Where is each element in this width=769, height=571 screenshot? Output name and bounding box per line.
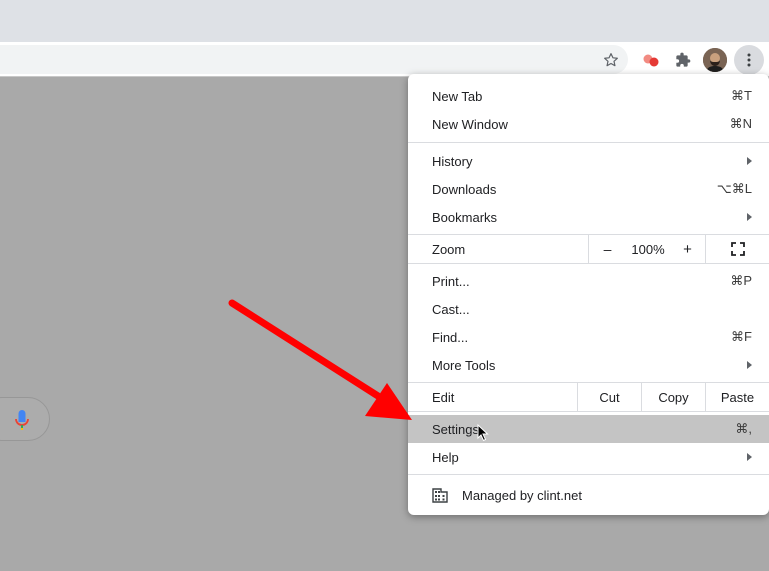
kebab-menu-icon[interactable] — [734, 45, 764, 75]
menu-item-cast[interactable]: Cast... — [408, 295, 769, 323]
menu-item-print[interactable]: Print... ⌘P — [408, 267, 769, 295]
menu-item-shortcut: ⌘F — [731, 329, 752, 344]
menu-row-edit: Edit Cut Copy Paste — [408, 383, 769, 411]
menu-item-label: New Tab — [432, 88, 483, 104]
paste-button[interactable]: Paste — [705, 383, 769, 411]
menu-item-find[interactable]: Find... ⌘F — [408, 323, 769, 351]
menu-item-label: Cast... — [432, 301, 470, 317]
menu-item-shortcut: ⌥⌘L — [716, 181, 752, 196]
menu-item-new-window[interactable]: New Window ⌘N — [408, 110, 769, 138]
zoom-in-button[interactable]: + — [670, 235, 705, 263]
tab-strip — [0, 0, 769, 42]
puzzle-icon[interactable] — [670, 47, 696, 73]
menu-item-history[interactable]: History — [408, 147, 769, 175]
menu-item-label: History — [432, 153, 473, 169]
menu-item-managed-by[interactable]: Managed by clint.net — [408, 480, 769, 510]
menu-item-shortcut: ⌘, — [735, 421, 752, 436]
menu-separator — [408, 263, 769, 264]
menu-item-new-tab[interactable]: New Tab ⌘T — [408, 82, 769, 110]
fullscreen-icon — [730, 242, 745, 256]
menu-item-label: New Window — [432, 116, 508, 132]
menu-item-shortcut: ⌘T — [731, 88, 752, 103]
menu-item-label: Bookmarks — [432, 209, 498, 225]
menu-item-label: More Tools — [432, 357, 496, 373]
copy-button[interactable]: Copy — [641, 383, 705, 411]
menu-separator — [408, 411, 769, 412]
cut-button[interactable]: Cut — [577, 383, 641, 411]
menu-item-help[interactable]: Help — [408, 443, 769, 471]
mouse-cursor-icon — [477, 424, 489, 442]
star-icon[interactable] — [598, 47, 624, 73]
zoom-out-button[interactable]: – — [588, 235, 626, 263]
submenu-arrow-icon — [747, 157, 752, 165]
chrome-main-menu: New Tab ⌘T New Window ⌘N History Downloa… — [408, 74, 769, 515]
menu-row-zoom: Zoom – 100% + — [408, 235, 769, 263]
zoom-level: 100% — [631, 241, 665, 257]
menu-item-label: Settings — [432, 421, 479, 437]
building-icon — [432, 488, 448, 503]
browser-toolbar — [0, 42, 769, 77]
menu-item-more-tools[interactable]: More Tools — [408, 351, 769, 379]
zoom-label: Zoom — [432, 242, 466, 257]
submenu-arrow-icon — [747, 361, 752, 369]
menu-item-shortcut: ⌘P — [730, 273, 752, 288]
submenu-arrow-icon — [747, 213, 752, 221]
menu-item-shortcut: ⌘N — [729, 116, 752, 131]
menu-item-label: Managed by clint.net — [462, 488, 582, 503]
extension-red-icon[interactable] — [638, 47, 664, 73]
address-bar[interactable] — [0, 45, 628, 74]
menu-separator — [408, 474, 769, 475]
edit-label: Edit — [432, 390, 455, 405]
menu-item-downloads[interactable]: Downloads ⌥⌘L — [408, 175, 769, 203]
menu-item-label: Help — [432, 449, 459, 465]
submenu-arrow-icon — [747, 453, 752, 461]
menu-item-settings[interactable]: Settings ⌘, — [408, 415, 769, 443]
menu-item-label: Print... — [432, 273, 470, 289]
menu-item-label: Find... — [432, 329, 469, 345]
menu-item-label: Downloads — [432, 181, 497, 197]
avatar[interactable] — [703, 48, 727, 72]
fullscreen-button[interactable] — [705, 235, 769, 263]
menu-item-bookmarks[interactable]: Bookmarks — [408, 203, 769, 231]
microphone-icon[interactable] — [12, 408, 32, 432]
menu-separator — [408, 142, 769, 143]
